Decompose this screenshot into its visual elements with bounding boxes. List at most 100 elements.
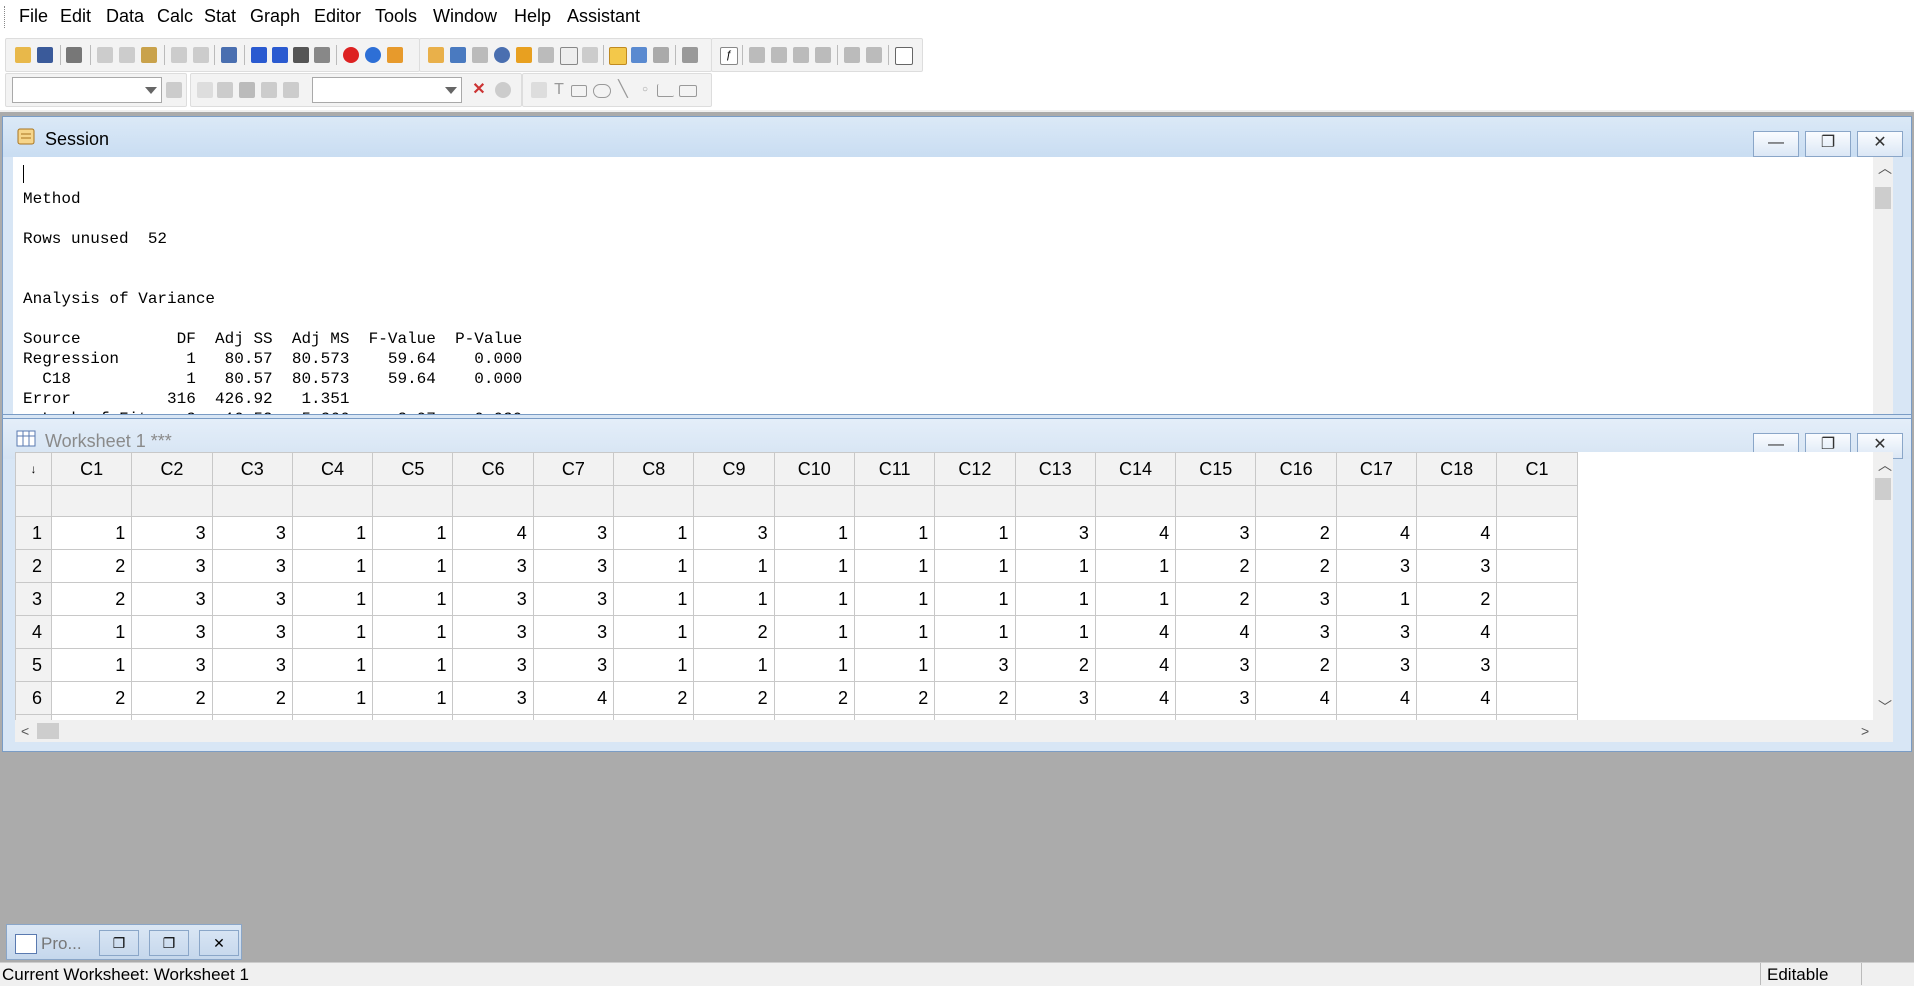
column-name-cell[interactable] — [211, 485, 293, 517]
data-cell[interactable]: 1 — [1014, 615, 1096, 649]
graph-search-icon[interactable] — [495, 82, 511, 98]
menu-assistant[interactable]: Assistant — [567, 6, 640, 27]
edit-last-dialog-icon[interactable] — [221, 47, 237, 63]
data-cell[interactable]: 1 — [50, 615, 133, 649]
data-cell[interactable]: 1 — [372, 615, 454, 649]
data-cell[interactable]: 2 — [853, 681, 936, 715]
data-cell[interactable]: 1 — [853, 648, 936, 682]
data-cell[interactable]: 1 — [773, 648, 855, 682]
data-cell[interactable] — [1496, 516, 1578, 550]
column-name-cell[interactable] — [372, 485, 454, 517]
table-row[interactable]: 5133113311113243233 — [15, 648, 1578, 682]
crosshair-plus-icon[interactable] — [239, 82, 255, 98]
table-row[interactable]: 4133113312111144334 — [15, 615, 1578, 649]
data-cell[interactable]: 1 — [291, 615, 374, 649]
column-header[interactable]: C3 — [211, 452, 293, 486]
data-cell[interactable]: 1 — [613, 648, 695, 682]
graph-element-dropdown[interactable] — [312, 77, 462, 103]
column-header[interactable]: C2 — [131, 452, 213, 486]
data-cell[interactable]: 2 — [1255, 516, 1337, 550]
flag-icon[interactable] — [261, 82, 277, 98]
pen-icon[interactable] — [217, 82, 233, 98]
data-cell[interactable]: 3 — [131, 549, 213, 583]
session-folder-icon[interactable] — [609, 47, 627, 65]
table-row[interactable]: 3233113311111112312 — [15, 582, 1578, 616]
data-cell[interactable]: 3 — [532, 549, 615, 583]
show-graphs-icon[interactable] — [472, 47, 488, 63]
data-cell[interactable]: 3 — [1416, 549, 1498, 583]
data-cell[interactable]: 3 — [1175, 681, 1257, 715]
data-cell[interactable]: 1 — [693, 648, 775, 682]
column-header[interactable]: C13 — [1014, 452, 1096, 486]
graph-edit-icon[interactable] — [866, 47, 882, 63]
data-cell[interactable]: 1 — [291, 582, 374, 616]
column-name-cell[interactable] — [15, 485, 52, 517]
show-session-icon[interactable] — [428, 47, 444, 63]
data-cell[interactable]: 3 — [1014, 516, 1096, 550]
data-cell[interactable]: 1 — [773, 549, 855, 583]
marker-tool-icon[interactable]: ○ — [637, 82, 653, 98]
column-name-cell[interactable] — [50, 485, 133, 517]
column-name-cell[interactable] — [1335, 485, 1418, 517]
data-cell[interactable] — [1496, 582, 1578, 616]
data-cell[interactable]: 1 — [613, 582, 695, 616]
data-cell[interactable]: 3 — [1175, 648, 1257, 682]
data-cell[interactable]: 1 — [934, 582, 1016, 616]
paste-icon[interactable] — [141, 47, 157, 63]
data-cell[interactable]: 4 — [1255, 681, 1337, 715]
data-cell[interactable]: 2 — [1255, 549, 1337, 583]
data-cell[interactable]: 1 — [291, 648, 374, 682]
data-cell[interactable]: 4 — [1094, 615, 1177, 649]
show-history-icon[interactable] — [516, 47, 532, 63]
data-cell[interactable]: 1 — [934, 516, 1016, 550]
worksheet-grid[interactable]: ↓ C1 C2 C3 C4 C5 C6 C7 C8 C9 C10 C11 C12 C13 C14 C15 C16… — [15, 452, 1578, 742]
data-cell[interactable]: 3 — [1335, 615, 1418, 649]
open-icon[interactable] — [15, 47, 31, 63]
minimize-button[interactable]: — — [1753, 131, 1799, 157]
column-header[interactable]: C9 — [693, 452, 775, 486]
help-icon[interactable] — [365, 47, 381, 63]
column-name-cell[interactable] — [1014, 485, 1096, 517]
column-header[interactable]: C11 — [853, 452, 936, 486]
row-number[interactable]: 3 — [15, 582, 52, 616]
data-cell[interactable]: 2 — [934, 681, 1016, 715]
column-header[interactable]: C7 — [532, 452, 615, 486]
row-number[interactable]: 2 — [15, 549, 52, 583]
data-cell[interactable]: 3 — [211, 648, 293, 682]
data-cell[interactable]: 1 — [934, 615, 1016, 649]
row-number[interactable]: 6 — [15, 681, 52, 715]
data-cell[interactable]: 1 — [372, 549, 454, 583]
data-cell[interactable]: 3 — [131, 516, 213, 550]
data-cell[interactable]: 3 — [452, 681, 534, 715]
column-name-cell[interactable] — [1255, 485, 1337, 517]
data-cell[interactable]: 3 — [532, 582, 615, 616]
data-cell[interactable]: 3 — [452, 648, 534, 682]
close-button[interactable]: ✕ — [1857, 131, 1903, 157]
data-cell[interactable]: 4 — [532, 681, 615, 715]
menu-file[interactable]: File — [19, 6, 48, 27]
column-header[interactable]: C17 — [1335, 452, 1418, 486]
row-number[interactable]: 4 — [15, 615, 52, 649]
data-cell[interactable]: 3 — [131, 582, 213, 616]
column-header[interactable]: C1 — [50, 452, 133, 486]
data-cell[interactable]: 2 — [773, 681, 855, 715]
cancel-icon[interactable] — [343, 47, 359, 63]
data-cell[interactable]: 1 — [1014, 582, 1096, 616]
polyline-tool-icon[interactable] — [657, 84, 674, 97]
column-header[interactable]: C12 — [934, 452, 1016, 486]
data-cell[interactable]: 2 — [50, 582, 133, 616]
menu-editor[interactable]: Editor — [314, 6, 361, 27]
data-cell[interactable]: 2 — [693, 615, 775, 649]
data-cell[interactable]: 3 — [693, 516, 775, 550]
data-cell[interactable]: 3 — [1255, 615, 1337, 649]
data-cell[interactable]: 1 — [1014, 549, 1096, 583]
table-row[interactable]: 1133114313111343244 — [15, 516, 1578, 550]
data-cell[interactable]: 4 — [1175, 615, 1257, 649]
data-cell[interactable]: 1 — [372, 582, 454, 616]
crosshair-icon[interactable] — [771, 47, 787, 63]
restore-button[interactable]: ❐ — [99, 930, 139, 956]
menu-data[interactable]: Data — [106, 6, 144, 27]
data-cell[interactable]: 1 — [50, 516, 133, 550]
column-name-cell[interactable] — [131, 485, 213, 517]
column-header[interactable]: C1 — [1496, 452, 1578, 486]
